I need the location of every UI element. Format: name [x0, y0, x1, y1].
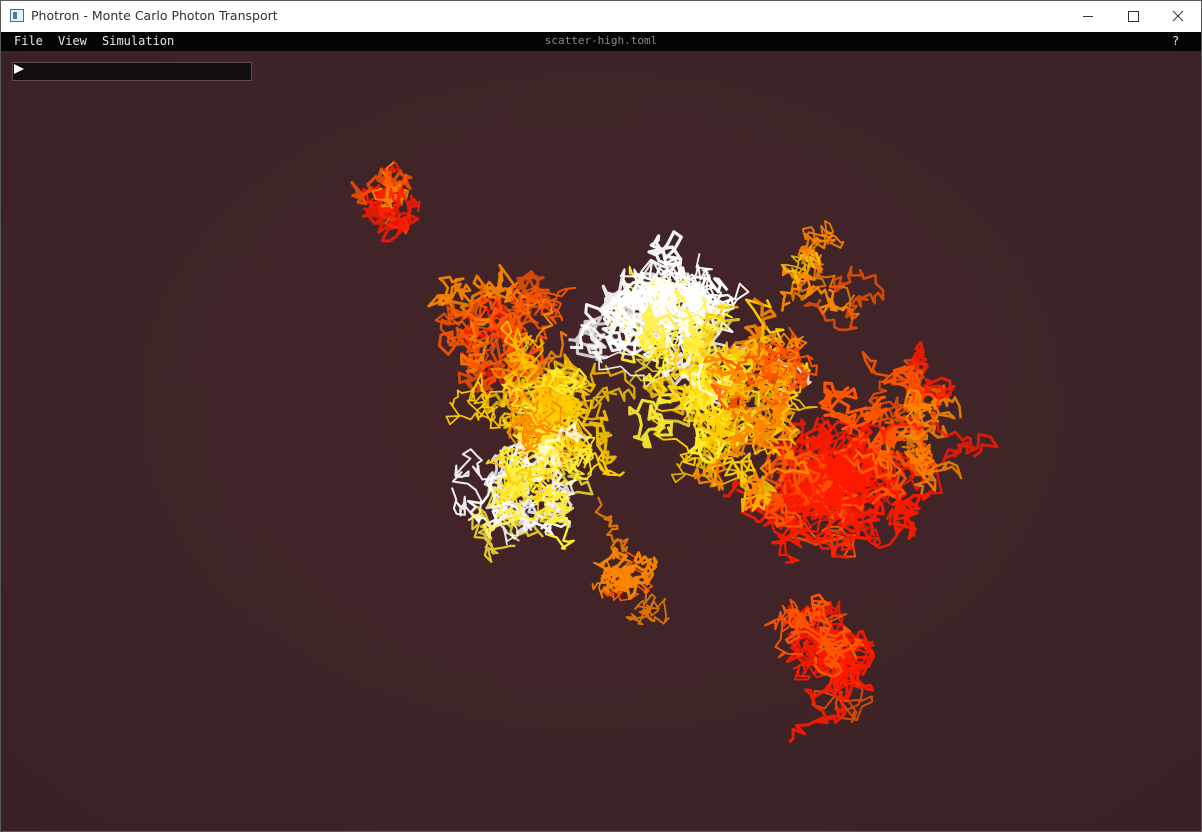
loaded-file-name: scatter-high.toml — [544, 34, 658, 47]
menu-view[interactable]: View — [58, 34, 87, 48]
title-bar[interactable]: Photron - Monte Carlo Photon Transport — [1, 1, 1201, 32]
app-window: Photron - Monte Carlo Photon Transport s… — [0, 0, 1202, 832]
playback-bar[interactable] — [12, 62, 252, 81]
menu-bar: scatter-high.toml File View Simulation ? — [1, 32, 1201, 52]
menu-help[interactable]: ? — [1172, 34, 1179, 48]
minimize-button[interactable] — [1065, 1, 1111, 32]
close-icon — [1172, 10, 1184, 22]
maximize-button[interactable] — [1110, 1, 1156, 32]
menu-file[interactable]: File — [14, 34, 43, 48]
minimize-icon — [1083, 16, 1093, 17]
maximize-icon — [1128, 11, 1139, 22]
play-icon[interactable] — [13, 63, 25, 75]
menu-simulation[interactable]: Simulation — [102, 34, 174, 48]
close-button[interactable] — [1155, 1, 1201, 32]
photon-paths-render — [350, 160, 999, 744]
app-window-icon — [10, 9, 24, 22]
simulation-viewport[interactable] — [1, 52, 1201, 831]
window-title: Photron - Monte Carlo Photon Transport — [31, 8, 278, 23]
